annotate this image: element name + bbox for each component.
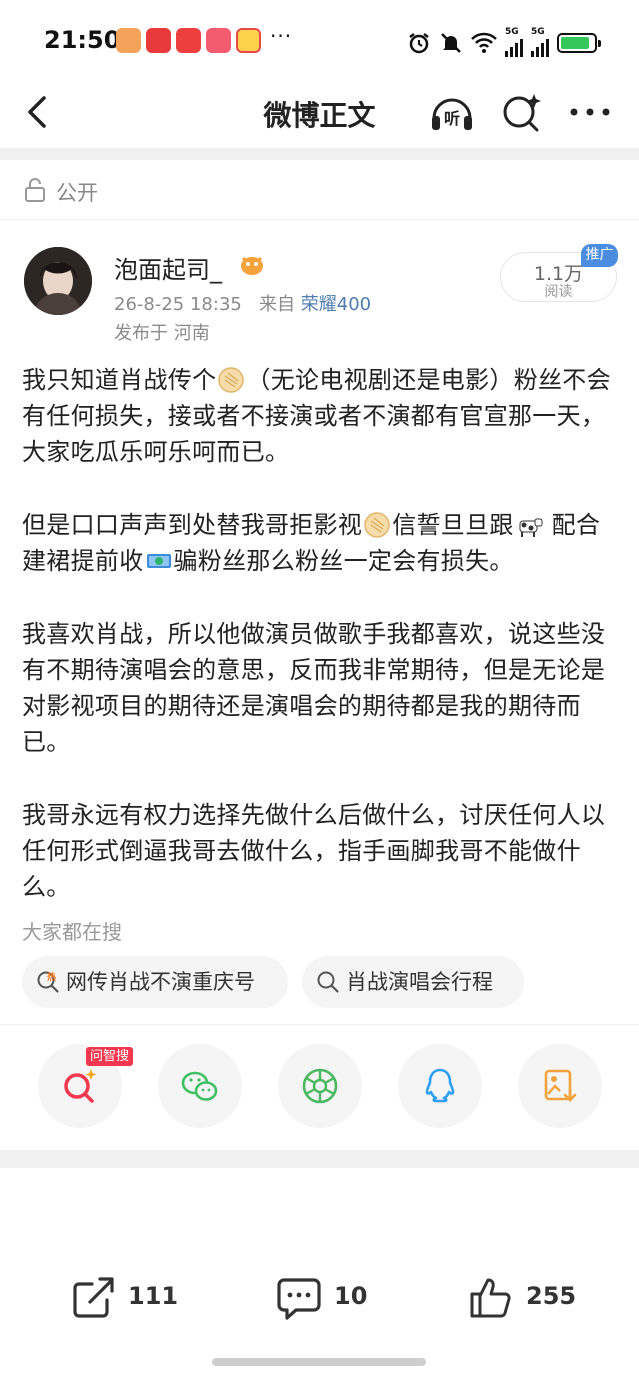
status-right: 5G 5G xyxy=(407,28,601,57)
like-button[interactable]: 255 xyxy=(468,1262,588,1332)
thumbs-up-icon xyxy=(470,1278,511,1318)
member-badge-icon xyxy=(241,256,263,275)
share-moments-button[interactable] xyxy=(278,1044,362,1128)
post-paragraph: 但是口口声声到处替我哥拒影视 信誓旦旦跟 配合建裙提前收 骗粉丝那么粉丝一定会有损失… xyxy=(22,507,622,579)
more-dots-icon xyxy=(570,108,610,116)
read-label: 阅读 xyxy=(544,284,573,300)
headphones-icon: 听 xyxy=(432,98,472,130)
post-location: 发布于 河南 xyxy=(114,323,210,344)
notification-app-icon xyxy=(116,28,141,53)
ai-search-icon xyxy=(64,1069,97,1103)
trending-chip-label: 网传肖战不演重庆号 xyxy=(66,970,255,994)
avatar[interactable] xyxy=(24,247,92,315)
status-more-icon: ··· xyxy=(270,24,293,48)
status-app-icons xyxy=(116,28,261,53)
post-paragraph: 我喜欢肖战，所以他做演员做歌手我都喜欢，说这些没有不期待演唱会的意思，反而我非常… xyxy=(22,620,606,756)
weibo-post-page: 21:50 ··· 5G 5G 微博正文 听 公开 泡面起司_ 26-8-25 … xyxy=(0,0,639,1384)
post-body: 我只知道肖战传个 （无论电视剧还是电影）粉丝不会有任何损失，接或者不接演或者不演都… xyxy=(22,362,622,942)
promote-badge[interactable]: 推广 xyxy=(581,244,618,267)
repost-button[interactable]: 111 xyxy=(70,1262,190,1332)
comment-button[interactable]: 10 xyxy=(276,1262,386,1332)
visibility-row: 公开 xyxy=(0,160,639,220)
wechat-icon xyxy=(181,1071,218,1101)
avatar-image xyxy=(24,247,92,315)
share-wechat-button[interactable] xyxy=(158,1044,242,1128)
moments-icon xyxy=(302,1068,338,1104)
post-date: 26-8-25 18:35 xyxy=(114,294,242,315)
alarm-icon xyxy=(409,32,429,53)
signal-bars-icon xyxy=(505,37,523,57)
status-time: 21:50 xyxy=(44,26,121,54)
search-icon xyxy=(317,971,339,993)
hot-search-icon: 热 xyxy=(37,971,59,993)
save-image-icon xyxy=(544,1069,577,1102)
home-indicator[interactable] xyxy=(212,1358,426,1366)
post-paragraph: 我只知道肖战传个 （无论电视剧还是电影）粉丝不会有任何损失，接或者不接演或者不演都… xyxy=(22,362,622,470)
pancake-emoji-icon xyxy=(218,367,245,393)
network-type-2: 5G xyxy=(531,27,545,37)
action-bar: 111 10 255 xyxy=(0,1262,639,1332)
trending-label: 大家都在搜 xyxy=(22,920,122,944)
weibo-notification-icon xyxy=(236,28,261,53)
cow-emoji-icon xyxy=(519,518,543,537)
repost-count: 111 xyxy=(128,1282,179,1310)
post-source[interactable]: 荣耀400 xyxy=(301,294,371,315)
post-text: 我只知道肖战传个 xyxy=(22,366,217,394)
battery-icon xyxy=(557,32,601,53)
visibility-label: 公开 xyxy=(56,181,98,205)
trending-chip-label: 肖战演唱会行程 xyxy=(346,970,493,994)
ask-badge: 问智搜 xyxy=(86,1047,134,1066)
from-label: 来自 xyxy=(259,294,296,315)
post-text: 骗粉丝那么粉丝一定会有损失。 xyxy=(173,547,514,575)
ai-search-button[interactable] xyxy=(500,90,544,134)
status-bar: 21:50 ··· 5G 5G xyxy=(0,0,639,80)
trending-chip[interactable]: 肖战演唱会行程 xyxy=(302,956,524,1008)
share-qq-button[interactable] xyxy=(398,1044,482,1128)
post-paragraph: 我哥永远有权力选择先做什么后做什么，讨厌任何人以任何形式倒逼我哥去做什么，指手画… xyxy=(22,801,606,901)
qq-icon xyxy=(425,1068,455,1103)
divider xyxy=(0,148,639,160)
signal-1: 5G xyxy=(505,28,523,57)
mute-icon xyxy=(441,32,461,53)
network-type-1: 5G xyxy=(505,27,519,37)
comment-icon xyxy=(277,1278,321,1320)
money-emoji-icon xyxy=(146,554,171,568)
author-name[interactable]: 泡面起司_ xyxy=(114,250,222,285)
listen-button[interactable]: 听 xyxy=(428,88,476,136)
notification-app-icon xyxy=(206,28,231,53)
divider xyxy=(0,1150,639,1168)
notification-app-icon xyxy=(176,28,201,53)
wifi-icon xyxy=(471,32,497,53)
repost-icon xyxy=(73,1277,114,1318)
post-text: 信誓旦旦跟 xyxy=(392,511,514,539)
post-meta: 26-8-25 18:35 来自 荣耀400 xyxy=(114,290,371,316)
save-image-button[interactable] xyxy=(518,1044,602,1128)
hot-tag: 热 xyxy=(47,971,56,983)
signal-bars-icon xyxy=(531,37,549,57)
post-text: 但是口口声声到处替我哥拒影视 xyxy=(22,511,363,539)
like-count: 255 xyxy=(526,1282,577,1310)
trending-chip[interactable]: 热 网传肖战不演重庆号 xyxy=(22,956,288,1008)
pancake-emoji-icon xyxy=(364,512,390,538)
lock-open-icon xyxy=(25,178,45,202)
divider xyxy=(0,1024,639,1025)
listen-label: 听 xyxy=(444,109,460,128)
sparkle-search-icon xyxy=(503,94,541,132)
notification-app-icon xyxy=(146,28,171,53)
more-button[interactable] xyxy=(568,92,612,132)
nav-bar: 微博正文 听 xyxy=(0,80,639,148)
comment-count: 10 xyxy=(334,1282,368,1310)
signal-2: 5G xyxy=(531,28,549,57)
